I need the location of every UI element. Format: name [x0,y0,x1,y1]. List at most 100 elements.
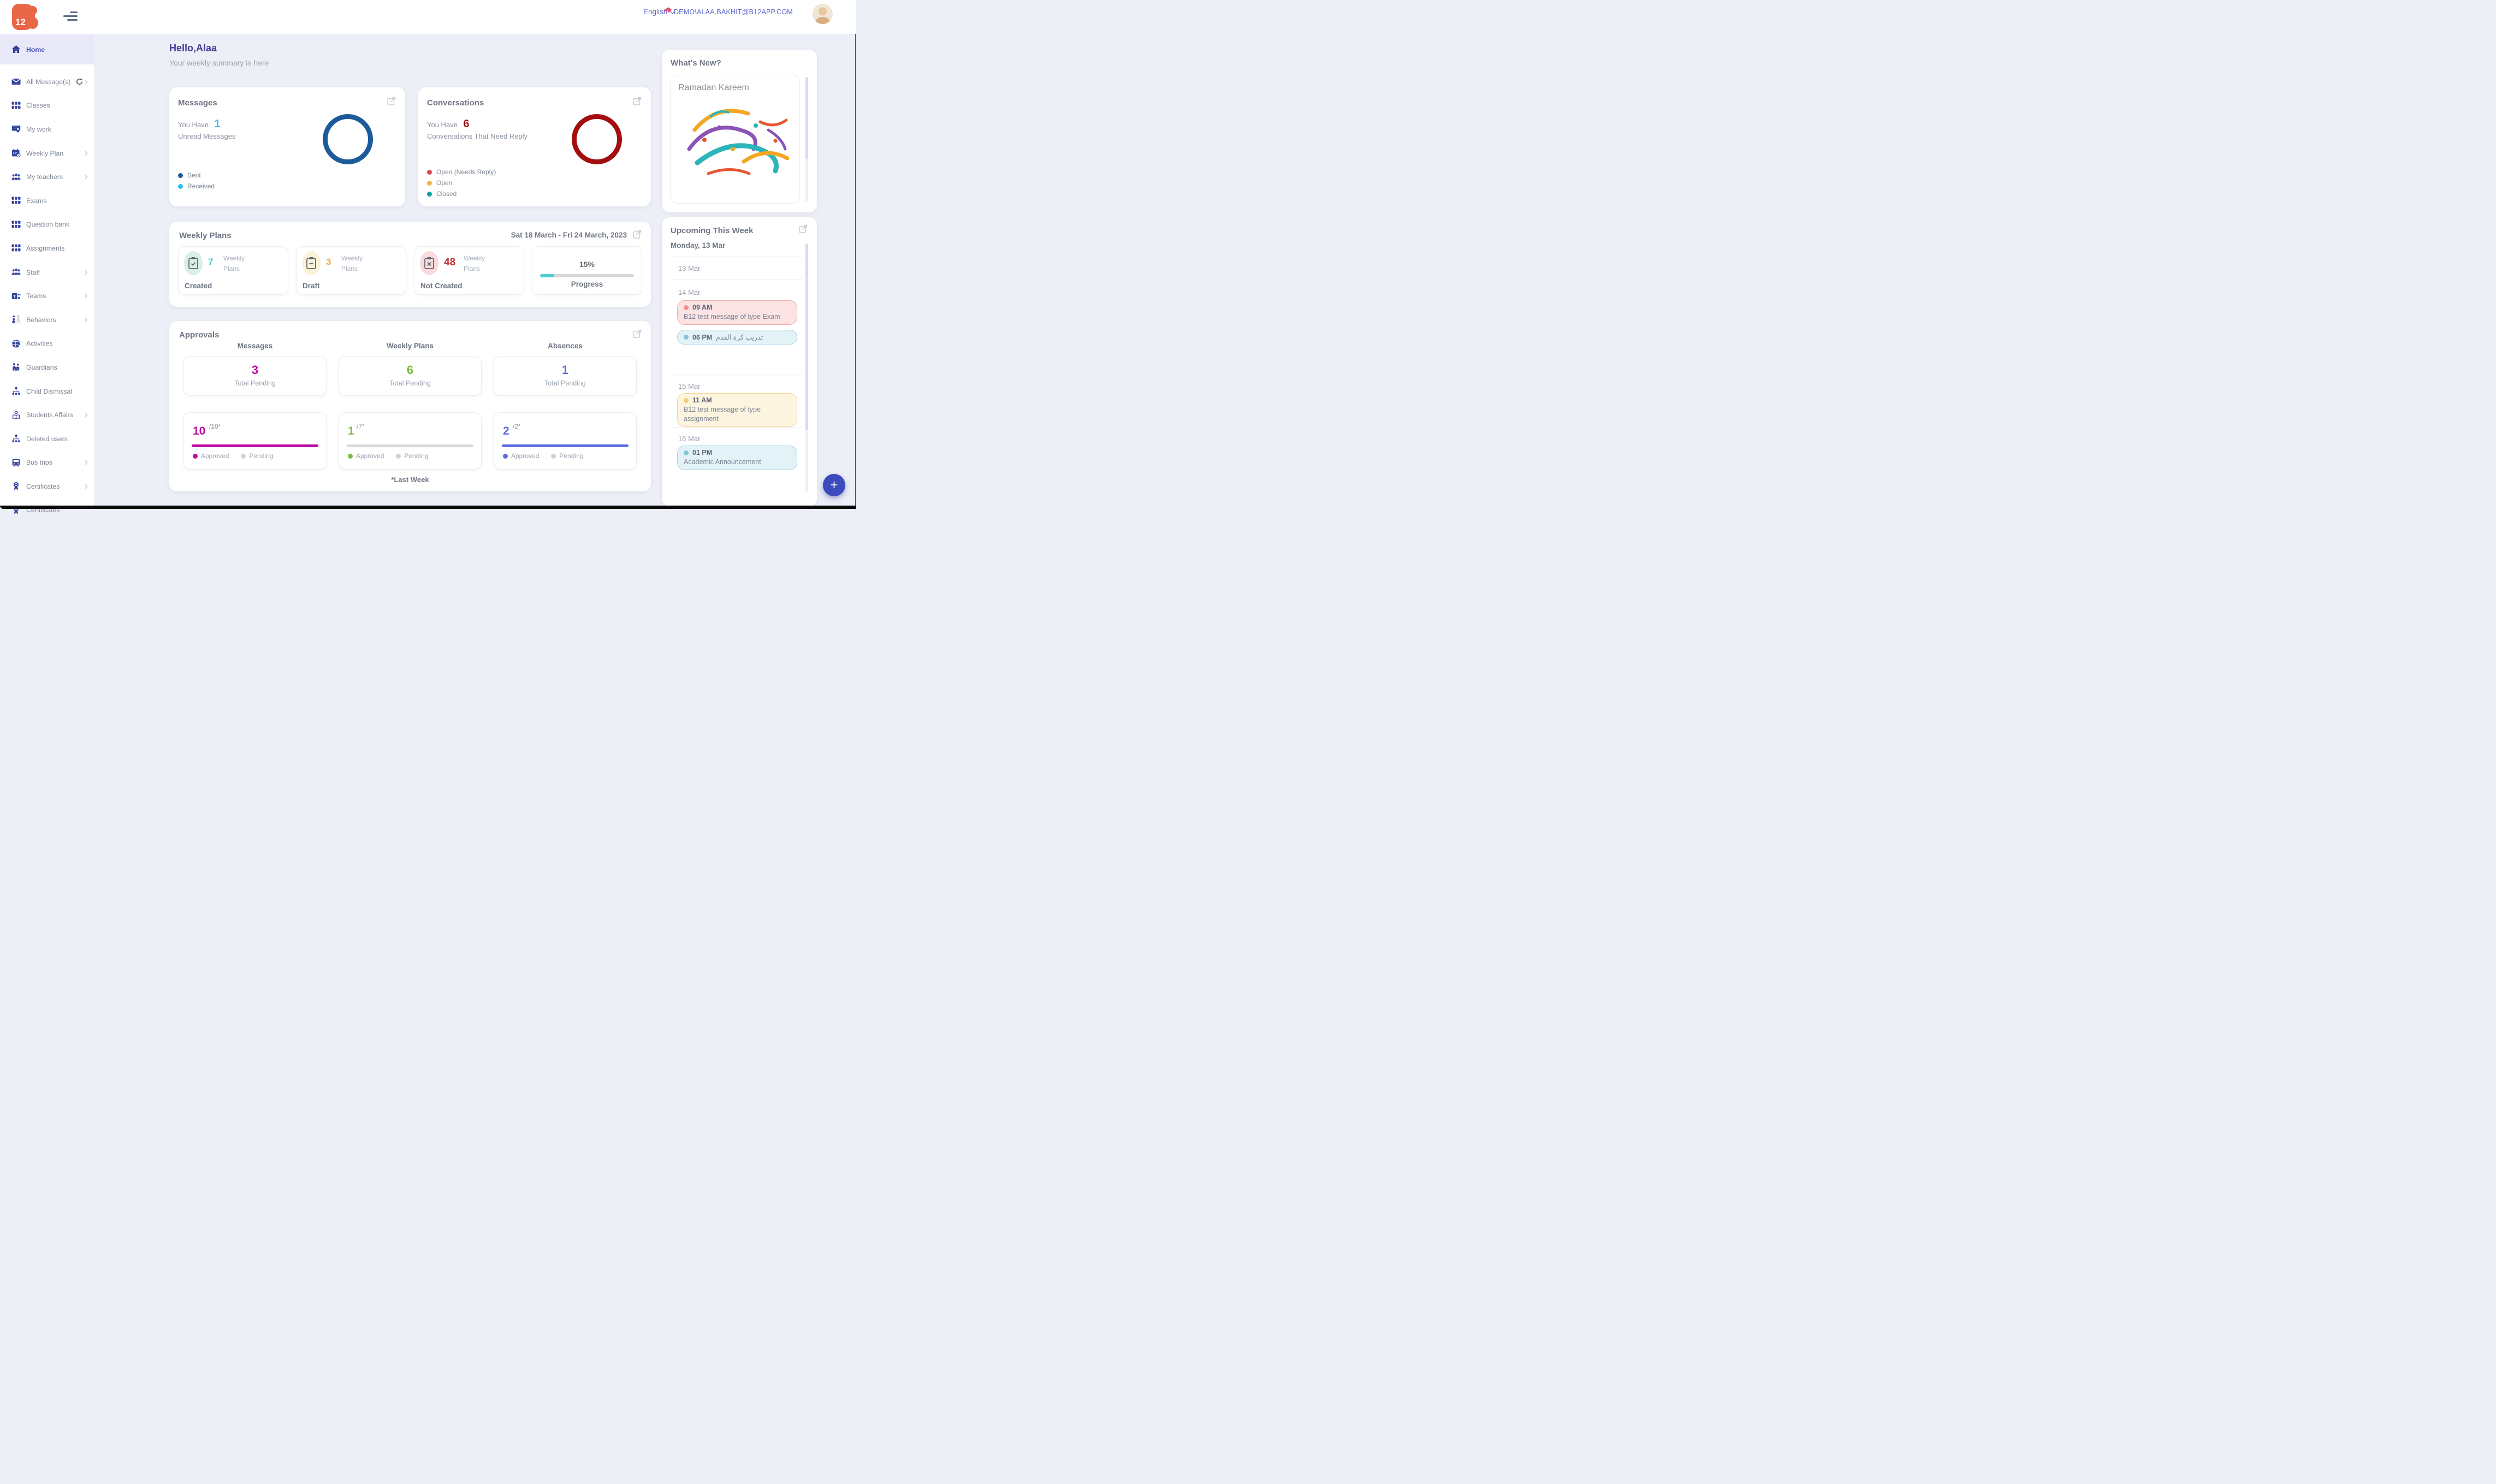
event-chip-assignment[interactable]: 11 AM B12 test message of type assignmen… [677,393,797,427]
pending-label: Total Pending [184,379,326,387]
event-dot [684,450,689,455]
approved-count: 2 [503,425,509,438]
sidebar-item-certificates[interactable]: Certificates [0,474,94,498]
top-bar: 12 English DEMO\ALAA.BAKHIT@B12APP.COM [0,0,856,34]
event-chip-training[interactable]: 06 PMتدريب كرة القدم [677,330,797,345]
b12-logo[interactable]: 12 [12,4,35,30]
sidebar-item-activities[interactable]: Activities [0,332,94,356]
weekly-plans-lines: WeeklyPlans [341,253,363,274]
upcoming-panel: Upcoming This Week Monday, 13 Mar 13 Mar… [662,217,817,506]
user-email[interactable]: DEMO\ALAA.BAKHIT@B12APP.COM [674,8,793,16]
draft-label: Draft [303,282,320,290]
legend-item-closed: Closed [427,190,496,198]
legend-approved: Approved [348,452,384,460]
external-link-icon[interactable] [387,96,396,105]
event-time: 09 AM [692,304,712,311]
sidebar-item-bus-trips[interactable]: Bus trips [0,451,94,475]
you-have-label: You Have [178,121,209,129]
legend-item-sent: Sent [178,171,215,179]
sidebar: Home All Message(s) Classes My work Week… [0,34,94,509]
you-have-label: You Have [427,121,458,129]
open-dot [427,181,432,186]
sidebar-item-classes[interactable]: Classes [0,94,94,118]
ramadan-title: Ramadan Kareem [678,83,799,93]
legend-pending: Pending [241,452,273,460]
ramadan-calligraphy-art [678,97,793,185]
sidebar-item-my-teachers[interactable]: My teachers [0,165,94,189]
pending-count: 3 [184,363,326,377]
external-link-icon[interactable] [799,224,808,233]
day-label: 15 Mar [678,382,700,390]
back-arrow-icon[interactable] [663,7,673,16]
draft-count: 3 [326,257,331,268]
approvals-card: Approvals Messages 3 Total Pending 10 /1… [169,321,651,491]
event-chip-announcement[interactable]: 01 PM Academic Announcement [677,446,797,470]
medal-icon [11,482,21,491]
approvals-column-messages: Messages 3 Total Pending 10 /10* Approve… [183,342,327,470]
avatar[interactable] [813,4,833,24]
progress-label: Progress [532,280,642,288]
sidebar-item-label: Home [26,46,45,54]
legend-approved: Approved [503,452,539,460]
progress-percent: 15% [532,260,642,269]
conversations-donut-chart [572,114,622,164]
sidebar-item-teams[interactable]: Teams [0,284,94,308]
weekly-plans-card: Weekly Plans Sat 18 March - Fri 24 March… [169,222,651,307]
sidebar-item-label: Bus trips [26,459,52,466]
sidebar-item-certificates-2[interactable]: Certificates [0,498,94,523]
sidebar-item-exams[interactable]: Exams [0,189,94,213]
weekly-plans-not-created-stat: 48 WeeklyPlans Not Created [414,246,524,295]
pending-count: 6 [339,363,481,377]
sent-dot [178,173,183,178]
sidebar-item-all-messages[interactable]: All Message(s) [0,70,94,94]
greeting-block: Hello,Alaa Your weekly summary is here [169,43,269,67]
clipboard-x-icon [424,257,435,270]
closed-dot [427,192,432,197]
sidebar-item-label: Weekly Plan [26,150,63,157]
upcoming-scrollbar[interactable] [805,244,808,492]
logo-text: 12 [15,17,26,28]
sidebar-item-home[interactable]: Home [0,34,94,64]
sidebar-item-behaviors[interactable]: Behaviors [0,308,94,332]
external-link-icon[interactable] [633,96,642,105]
pending-label: Total Pending [339,379,481,387]
card-title: Approvals [179,330,219,340]
pending-count: 1 [494,363,636,377]
sidebar-item-deleted-users[interactable]: Deleted users [0,427,94,451]
weekly-plans-progress-stat: 15% Progress [532,246,642,295]
sidebar-item-label: Question bank [26,221,69,228]
sidebar-item-weekly-plan[interactable]: Weekly Plan [0,141,94,165]
not-created-count: 48 [444,257,455,269]
ramadan-card[interactable]: Ramadan Kareem [670,75,800,204]
sidebar-item-assignments[interactable]: Assignments [0,236,94,260]
approvals-column-absences: Absences 1 Total Pending 2 /2* Approved … [494,342,637,470]
sidebar-item-label: Child Dismissal [26,388,72,395]
sidebar-item-question-bank[interactable]: Question bank [0,213,94,237]
sidebar-item-students-affairs[interactable]: Students Affairs [0,403,94,427]
event-chip-exam[interactable]: 09 AM B12 test message of type Exam [677,300,797,325]
add-button[interactable]: + [823,474,845,496]
approved-bar [502,444,629,447]
sidebar-item-label: Students Affairs [26,411,73,419]
sidebar-item-guardians[interactable]: Guardians [0,355,94,379]
approved-bar [347,444,473,447]
day-label: 13 Mar [678,264,700,272]
sidebar-item-label: Behaviors [26,316,56,324]
question-bank-grid-icon [11,220,21,229]
hamburger-menu-icon[interactable] [63,11,78,21]
sidebar-item-staff[interactable]: Staff [0,260,94,284]
board-icon [11,124,21,134]
chevron-right-icon [83,175,87,179]
weekly-plans-pending-card: 6 Total Pending [339,356,482,396]
external-link-icon[interactable] [633,329,642,338]
sidebar-item-label: Activities [26,340,53,347]
progress-bar [540,274,634,277]
org-tree-icon [11,434,21,443]
whats-new-scrollbar[interactable] [805,77,808,201]
external-link-icon[interactable] [633,229,642,239]
sidebar-item-label: Staff [26,269,40,276]
open-needs-reply-dot [427,170,432,175]
clipboard-check-icon [188,257,199,270]
sidebar-item-my-work[interactable]: My work [0,117,94,141]
sidebar-item-child-dismissal[interactable]: Child Dismissal [0,379,94,403]
